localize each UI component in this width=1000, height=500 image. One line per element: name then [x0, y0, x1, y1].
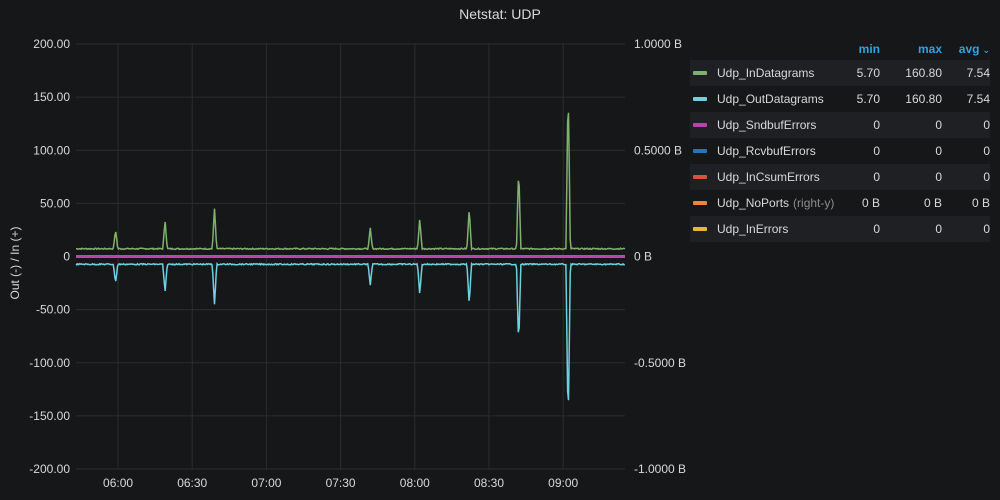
legend-item-udp-outdatagrams[interactable]: Udp_OutDatagrams 5.70 160.80 7.54 [690, 86, 990, 112]
legend-max-value: 160.80 [905, 66, 942, 80]
netstat-udp-chart: 200.00 150.00 100.00 50.00 0 -50.00 -100.00 -15… [8, 37, 686, 490]
y-tick-label: -50.00 [36, 303, 70, 317]
series-color-swatch[interactable] [693, 201, 707, 205]
legend-max-value: 0 B [923, 196, 942, 210]
legend-series-name[interactable]: Udp_InErrors [717, 222, 835, 236]
x-tick-label: 07:30 [326, 476, 356, 490]
series-color-swatch[interactable] [693, 97, 707, 101]
legend-max-header[interactable]: max [880, 42, 942, 56]
y-tick-label: 200.00 [33, 37, 70, 51]
y2-tick-label: -1.0000 B [634, 462, 686, 476]
legend-series-name[interactable]: Udp_OutDatagrams [717, 92, 835, 106]
x-tick-label: 08:30 [474, 476, 504, 490]
y2-tick-label: 0.5000 B [634, 143, 682, 157]
legend-min-value: 5.70 [856, 66, 880, 80]
legend-series-axis-note: (right-y) [793, 196, 835, 210]
series-color-swatch[interactable] [693, 149, 707, 153]
legend-avg-value: 0 [983, 170, 990, 184]
chevron-down-icon: ⌄ [982, 45, 990, 55]
legend-series-name[interactable]: Udp_RcvbufErrors [717, 144, 835, 158]
legend-max-value: 0 [935, 118, 942, 132]
legend-item-udp-rcvbuferrors[interactable]: Udp_RcvbufErrors 0 0 0 [690, 138, 990, 164]
legend-min-value: 0 [873, 222, 880, 236]
legend-item-udp-noports[interactable]: Udp_NoPorts (right-y) 0 B 0 B 0 B [690, 190, 990, 216]
series-line-udp-outdatagrams [75, 261, 626, 401]
y-axis-title: Out (-) / In (+) [8, 226, 22, 299]
series-color-swatch[interactable] [693, 227, 707, 231]
legend-max-value: 0 [935, 144, 942, 158]
legend-item-udp-inerrors[interactable]: Udp_InErrors 0 0 0 [690, 216, 990, 242]
legend-item-udp-indatagrams[interactable]: Udp_InDatagrams 5.70 160.80 7.54 [690, 60, 990, 86]
legend-avg-value: 0 [983, 118, 990, 132]
legend-avg-value: 7.54 [966, 66, 990, 80]
legend-min-value: 0 [873, 118, 880, 132]
legend-max-value: 160.80 [905, 92, 942, 106]
x-tick-label: 09:00 [548, 476, 578, 490]
x-tick-label: 06:30 [177, 476, 207, 490]
legend-avg-value: 0 [983, 144, 990, 158]
y2-tick-label: 1.0000 B [634, 37, 682, 51]
legend-header: min max avg ⌄ [690, 38, 990, 60]
legend-series-name[interactable]: Udp_NoPorts (right-y) [717, 196, 835, 210]
series-color-swatch[interactable] [693, 123, 707, 127]
y2-tick-label: -0.5000 B [634, 356, 686, 370]
legend-item-udp-sndbuferrors[interactable]: Udp_SndbufErrors 0 0 0 [690, 112, 990, 138]
y-tick-label: 50.00 [40, 196, 70, 210]
y-tick-label: -100.00 [29, 356, 70, 370]
legend: min max avg ⌄ Udp_InDatagrams 5.70 160.80 7.… [690, 38, 990, 242]
legend-max-value: 0 [935, 222, 942, 236]
x-tick-label: 08:00 [400, 476, 430, 490]
legend-max-value: 0 [935, 170, 942, 184]
legend-min-value: 5.70 [856, 92, 880, 106]
y-tick-label: 0 [63, 250, 70, 264]
series-line-udp-indatagrams [75, 112, 626, 252]
y-tick-label: 150.00 [33, 90, 70, 104]
legend-item-udp-incsumerrors[interactable]: Udp_InCsumErrors 0 0 0 [690, 164, 990, 190]
y-tick-label: -200.00 [29, 462, 70, 476]
x-tick-label: 07:00 [251, 476, 281, 490]
legend-series-name[interactable]: Udp_SndbufErrors [717, 118, 835, 132]
series-color-swatch[interactable] [693, 175, 707, 179]
legend-min-header[interactable]: min [835, 42, 880, 56]
legend-min-value: 0 [873, 170, 880, 184]
y-tick-label: 100.00 [33, 143, 70, 157]
x-tick-label: 06:00 [103, 476, 133, 490]
y-tick-label: -150.00 [29, 409, 70, 423]
legend-avg-value: 7.54 [966, 92, 990, 106]
legend-avg-value: 0 B [971, 196, 990, 210]
series-color-swatch[interactable] [693, 71, 707, 75]
y2-tick-label: 0 B [634, 250, 652, 264]
legend-series-name[interactable]: Udp_InCsumErrors [717, 170, 835, 184]
legend-avg-header[interactable]: avg ⌄ [942, 42, 990, 56]
legend-avg-value: 0 [983, 222, 990, 236]
legend-min-value: 0 [873, 144, 880, 158]
legend-min-value: 0 B [861, 196, 880, 210]
legend-series-name[interactable]: Udp_InDatagrams [717, 66, 835, 80]
